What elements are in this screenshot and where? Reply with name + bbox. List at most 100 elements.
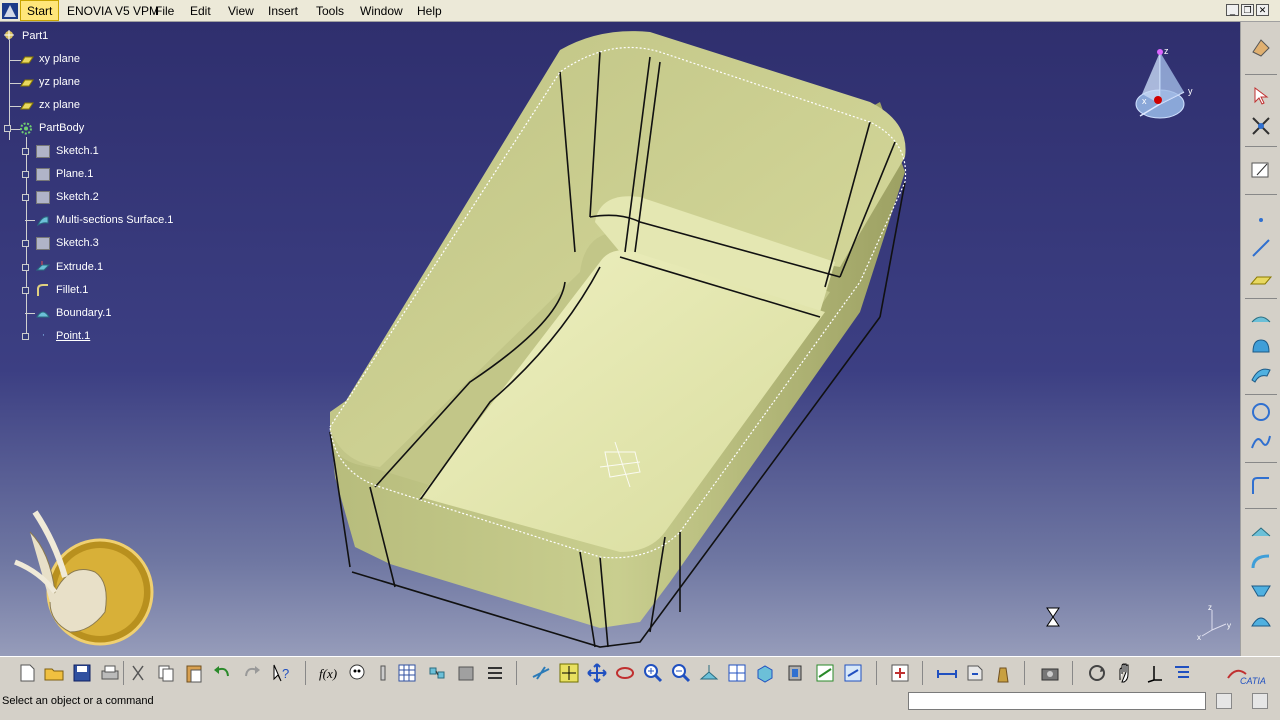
window-menu[interactable]: Window xyxy=(360,4,403,18)
plane-icon xyxy=(20,53,34,66)
normal-view-icon[interactable] xyxy=(698,662,720,684)
law-icon[interactable] xyxy=(372,662,394,684)
corner-icon[interactable] xyxy=(1249,474,1273,498)
sketch-icon xyxy=(36,191,50,204)
power-input-field[interactable] xyxy=(908,692,1206,710)
fillet-surface-icon[interactable] xyxy=(1249,550,1273,574)
svg-text:z: z xyxy=(1164,46,1169,56)
status-bar: Select an object or a command xyxy=(0,688,1280,720)
iso-view-icon[interactable] xyxy=(754,662,776,684)
expand-expander-icon[interactable] xyxy=(22,194,29,201)
update-icon[interactable] xyxy=(889,662,911,684)
catalog-icon[interactable] xyxy=(426,662,448,684)
knowledge-advisor-icon[interactable] xyxy=(346,662,368,684)
expand-expander-icon[interactable] xyxy=(22,333,29,340)
join-icon[interactable] xyxy=(1249,520,1273,544)
pan-icon[interactable] xyxy=(586,662,608,684)
measure-item-icon[interactable] xyxy=(964,662,986,684)
enovia-menu[interactable]: ENOVIA V5 VPM xyxy=(67,4,159,18)
expand-expander-icon[interactable] xyxy=(22,264,29,271)
hand-tool-icon[interactable] xyxy=(1114,662,1136,684)
line-icon[interactable] xyxy=(1249,236,1273,260)
expand-expander-icon[interactable] xyxy=(22,148,29,155)
view-menu[interactable]: View xyxy=(228,4,254,18)
swap-visible-space-icon[interactable] xyxy=(842,662,864,684)
expand-expander-icon[interactable] xyxy=(22,287,29,294)
minimize-button[interactable]: _ xyxy=(1226,4,1239,16)
point-icon[interactable] xyxy=(1249,208,1273,232)
svg-text:y: y xyxy=(1188,86,1193,96)
svg-text:y: y xyxy=(1227,621,1231,630)
select-arrow-icon[interactable] xyxy=(1249,84,1273,108)
edit-menu[interactable]: Edit xyxy=(190,4,211,18)
close-button[interactable]: ✕ xyxy=(1256,4,1269,16)
sketch-icon[interactable] xyxy=(1249,158,1273,182)
restore-button[interactable]: ❐ xyxy=(1241,4,1254,16)
3d-viewport[interactable]: Part1 xy plane yz plane zx plane PartBod… xyxy=(0,22,1240,656)
swap-tree-icon[interactable] xyxy=(1086,662,1108,684)
axis-system-icon[interactable] xyxy=(1143,662,1165,684)
catia-app-icon[interactable] xyxy=(2,3,18,19)
paste-icon[interactable] xyxy=(183,662,205,684)
cut-icon[interactable] xyxy=(127,662,149,684)
plane-icon[interactable] xyxy=(1249,268,1273,292)
svg-text:x: x xyxy=(1142,96,1147,106)
whats-this-help-icon[interactable]: ? xyxy=(271,662,293,684)
measure-between-icon[interactable] xyxy=(936,662,958,684)
print-icon[interactable] xyxy=(99,662,121,684)
mini-axis-icon: z y x xyxy=(1197,603,1231,642)
point-icon: · xyxy=(36,330,50,343)
menu-bar: Start ENOVIA V5 VPM File Edit View Inser… xyxy=(0,0,1280,22)
svg-text:x: x xyxy=(1197,633,1201,642)
start-menu[interactable]: Start xyxy=(20,0,60,21)
design-table-icon[interactable] xyxy=(396,662,418,684)
copy-icon[interactable] xyxy=(155,662,177,684)
hourglass-cursor-icon xyxy=(1046,607,1060,627)
component-icon[interactable] xyxy=(455,662,477,684)
svg-text:·: · xyxy=(42,331,45,341)
capture-camera-icon[interactable] xyxy=(1039,662,1061,684)
tree-expand-icon[interactable] xyxy=(1171,662,1193,684)
undo-icon[interactable] xyxy=(211,662,233,684)
trim-icon[interactable] xyxy=(1249,578,1273,602)
tools-menu[interactable]: Tools xyxy=(316,4,344,18)
power-input-close-icon[interactable] xyxy=(1252,693,1268,709)
insert-menu[interactable]: Insert xyxy=(268,4,298,18)
fly-mode-icon[interactable] xyxy=(530,662,552,684)
expand-expander-icon[interactable] xyxy=(22,240,29,247)
extrude-surface-icon[interactable] xyxy=(1249,306,1273,330)
sketch-icon xyxy=(36,145,50,158)
extrude-icon xyxy=(35,261,51,274)
part-icon xyxy=(2,29,16,42)
formula-icon[interactable]: f(x) xyxy=(318,662,340,684)
shading-icon[interactable] xyxy=(784,662,806,684)
new-document-icon[interactable] xyxy=(16,662,38,684)
compass-icon[interactable]: z y x xyxy=(1130,44,1200,124)
parameters-icon[interactable] xyxy=(484,662,506,684)
status-message: Select an object or a command xyxy=(2,695,154,707)
svg-text:f(x): f(x) xyxy=(319,666,337,681)
file-menu[interactable]: File xyxy=(155,4,174,18)
collapse-expander-icon[interactable] xyxy=(4,125,11,132)
multi-view-icon[interactable] xyxy=(726,662,748,684)
sketcher-workbench-icon[interactable] xyxy=(1249,36,1273,60)
zoom-out-icon[interactable] xyxy=(670,662,692,684)
power-input-restore-icon[interactable] xyxy=(1216,693,1232,709)
redo-icon[interactable] xyxy=(241,662,263,684)
expand-expander-icon[interactable] xyxy=(22,171,29,178)
revolve-surface-icon[interactable] xyxy=(1249,334,1273,358)
spline-icon[interactable] xyxy=(1249,430,1273,454)
boundary-icon[interactable] xyxy=(1249,608,1273,632)
sketch-icon xyxy=(36,237,50,250)
open-folder-icon[interactable] xyxy=(43,662,65,684)
zoom-in-icon[interactable] xyxy=(642,662,664,684)
measure-inertia-icon[interactable] xyxy=(992,662,1014,684)
fit-all-in-icon[interactable] xyxy=(558,662,580,684)
hide-show-icon[interactable] xyxy=(814,662,836,684)
snap-to-point-icon[interactable] xyxy=(1249,114,1273,138)
help-menu[interactable]: Help xyxy=(417,4,442,18)
rotate-icon[interactable] xyxy=(614,662,636,684)
sweep-surface-icon[interactable] xyxy=(1249,362,1273,386)
save-icon[interactable] xyxy=(71,662,93,684)
circle-icon[interactable] xyxy=(1249,400,1273,424)
